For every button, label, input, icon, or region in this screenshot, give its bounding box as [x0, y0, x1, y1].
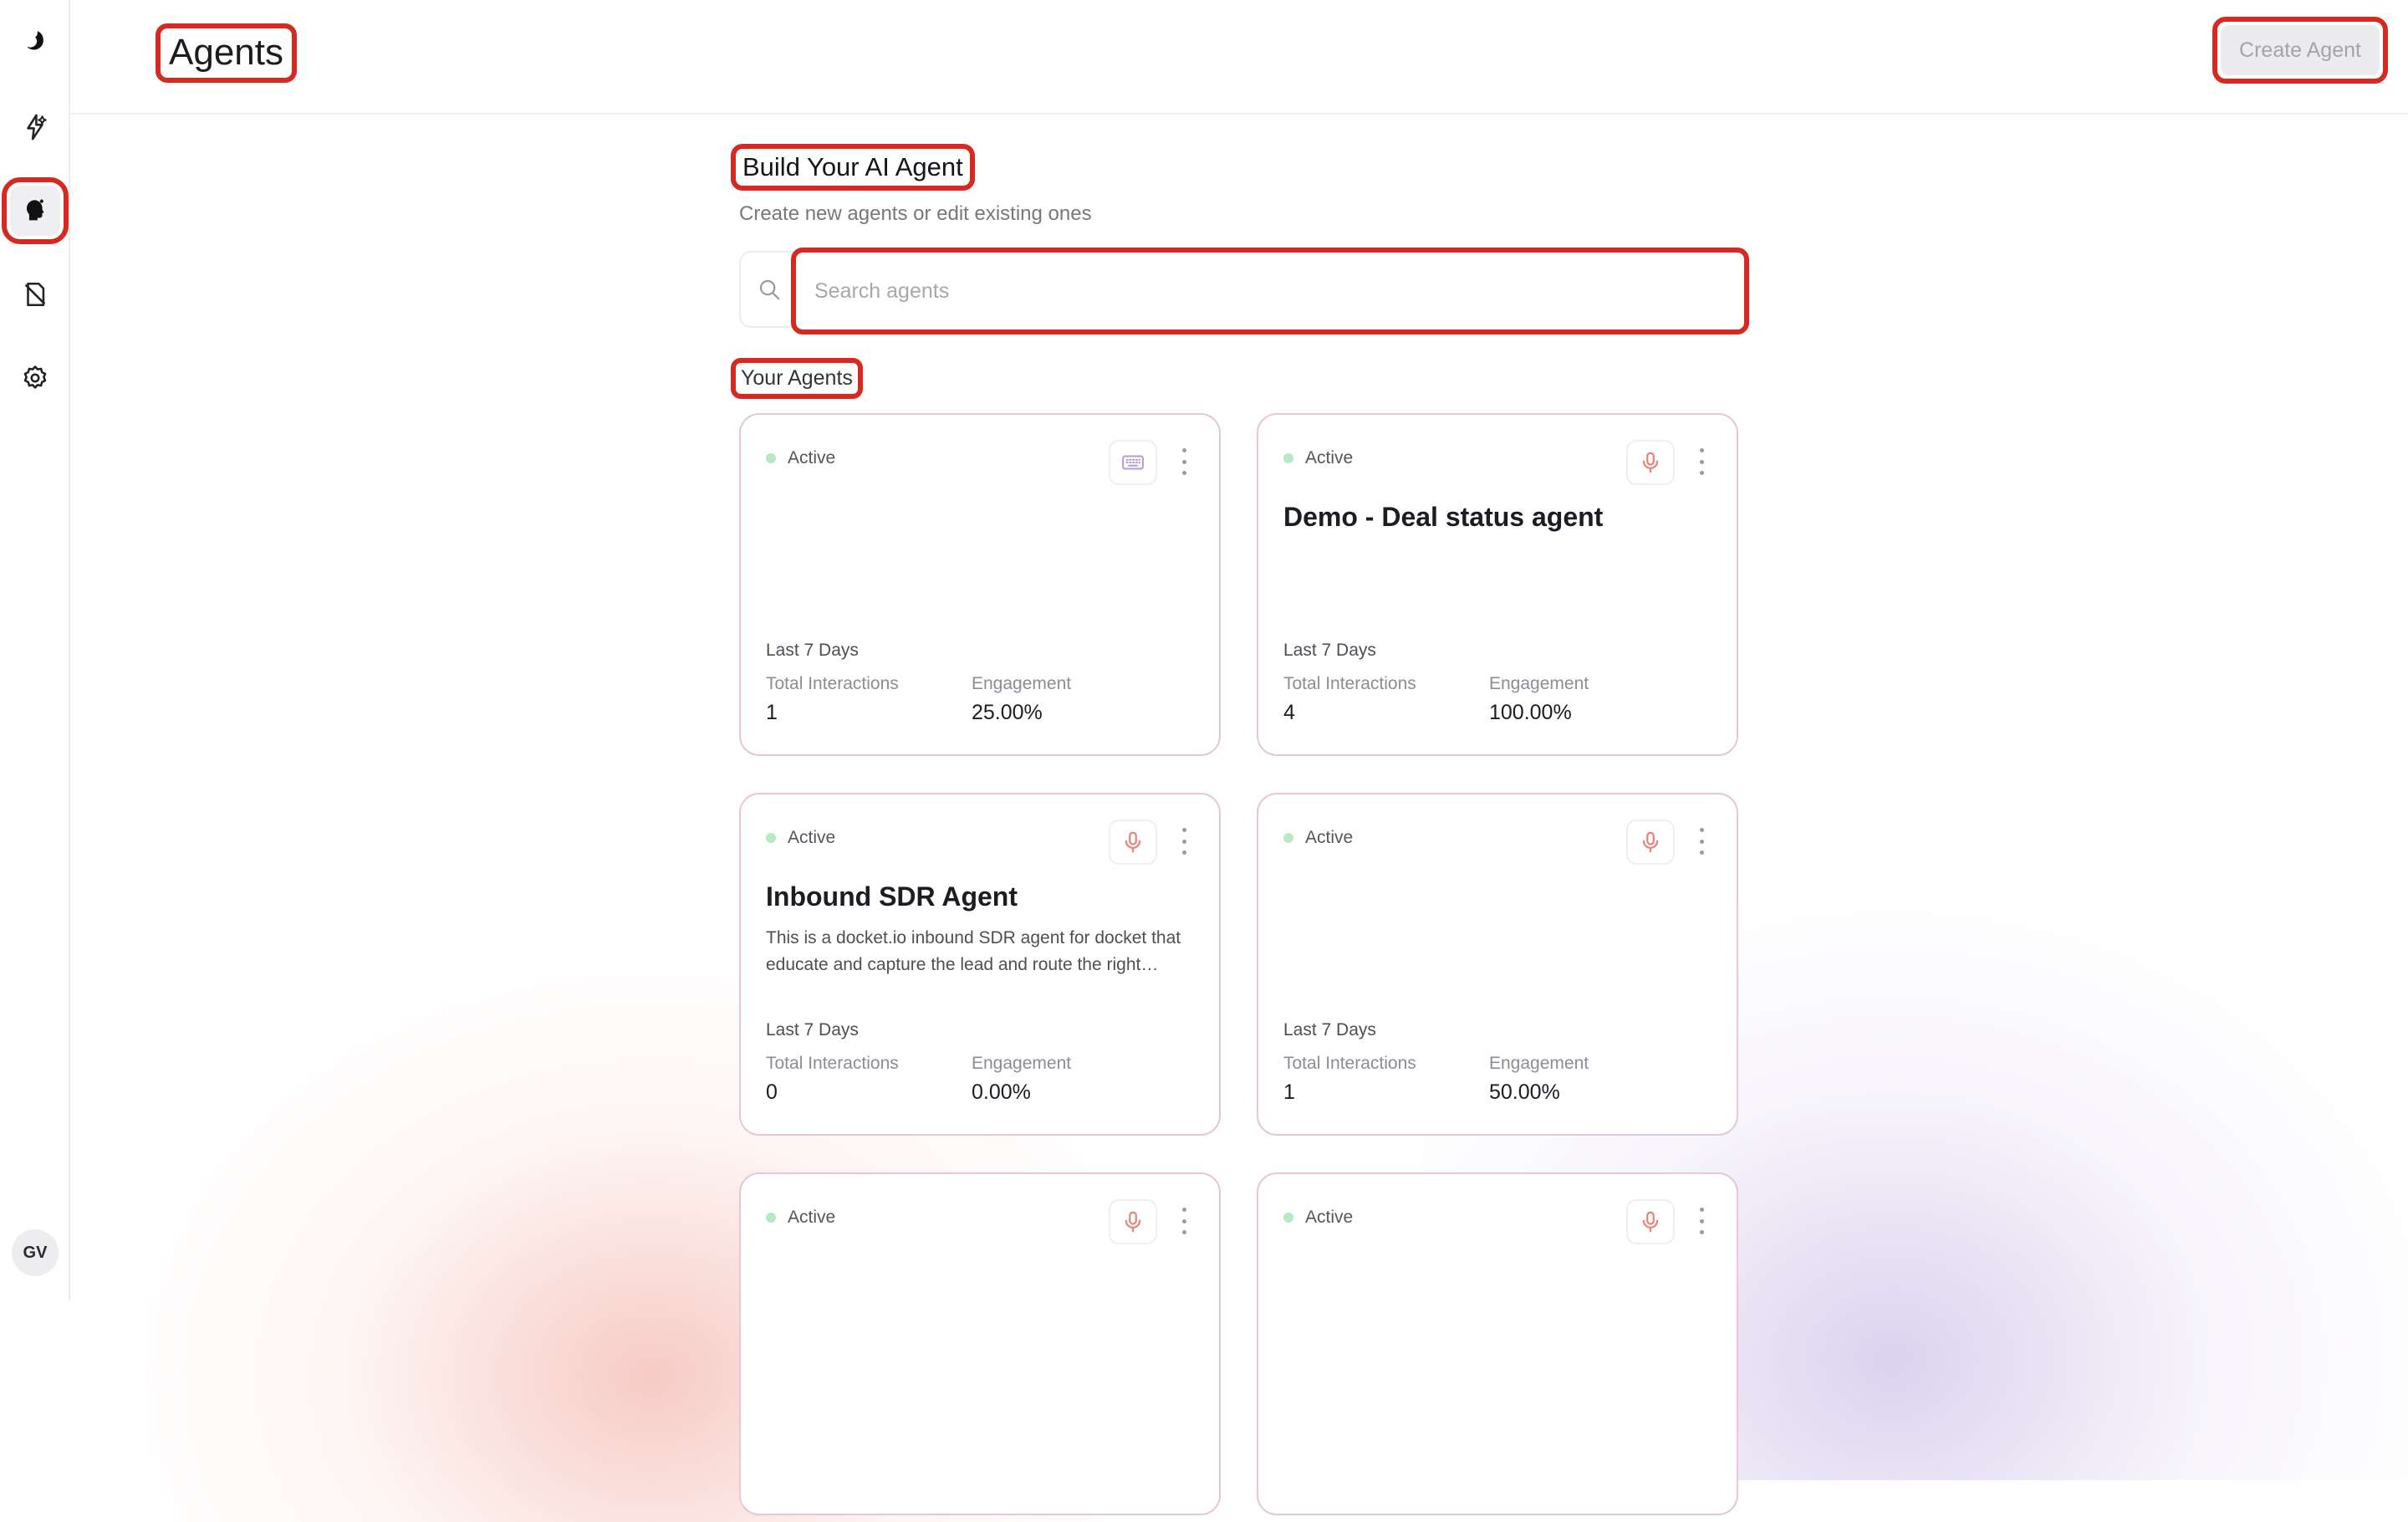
- status-dot: [1283, 1213, 1293, 1223]
- interactions-label: Total Interactions: [1283, 1054, 1416, 1073]
- agent-card[interactable]: Active Last 7 Days Total Interactions En…: [1257, 793, 1738, 1136]
- keyboard-icon[interactable]: [1109, 440, 1157, 485]
- status-label: Active: [788, 1208, 836, 1227]
- sidebar: GV: [0, 0, 70, 1301]
- search-field[interactable]: [791, 248, 1749, 335]
- status-badge: Active: [766, 448, 835, 468]
- stats-period: Last 7 Days: [766, 1020, 859, 1039]
- topbar: Agents Create Agent: [70, 0, 2408, 115]
- status-dot: [1283, 833, 1293, 843]
- agent-card[interactable]: Active Last 7 Days Total Interactions En…: [739, 413, 1221, 756]
- agent-card[interactable]: Active: [1257, 1172, 1738, 1515]
- stats-period: Last 7 Days: [1283, 641, 1376, 660]
- agent-name: Inbound SDR Agent: [766, 881, 1018, 912]
- engagement-value: 100.00%: [1489, 701, 1572, 724]
- engagement-value: 50.00%: [1489, 1080, 1560, 1104]
- engagement-value: 0.00%: [972, 1080, 1031, 1104]
- document-off-icon[interactable]: [10, 269, 60, 319]
- more-options-icon[interactable]: [1696, 448, 1707, 475]
- section-subtitle: Create new agents or edit existing ones: [739, 202, 1092, 225]
- brand-logo-icon[interactable]: [10, 17, 60, 67]
- agent-head-icon[interactable]: [2, 177, 69, 244]
- stats-period: Last 7 Days: [766, 641, 859, 660]
- gear-icon[interactable]: [10, 353, 60, 403]
- microphone-icon[interactable]: [1626, 1199, 1675, 1244]
- create-agent-label: Create Agent: [2221, 25, 2380, 75]
- agent-card[interactable]: Active: [739, 1172, 1221, 1515]
- section-title: Build Your AI Agent: [731, 144, 975, 191]
- search-icon: [739, 251, 798, 328]
- microphone-icon[interactable]: [1626, 820, 1675, 865]
- status-label: Active: [788, 448, 836, 467]
- status-dot: [766, 1213, 776, 1223]
- interactions-label: Total Interactions: [1283, 674, 1416, 693]
- engagement-label: Engagement: [972, 1054, 1072, 1073]
- engagement-label: Engagement: [972, 674, 1072, 693]
- agents-heading: Your Agents: [731, 358, 863, 399]
- search-input[interactable]: [796, 253, 1744, 329]
- status-badge: Active: [766, 828, 835, 848]
- microphone-icon[interactable]: [1109, 1199, 1157, 1244]
- status-dot: [1283, 453, 1293, 463]
- status-label: Active: [1305, 828, 1354, 847]
- interactions-value: 0: [766, 1080, 778, 1104]
- main-content: Build Your AI Agent Create new agents or…: [0, 0, 2408, 1515]
- status-label: Active: [1305, 448, 1354, 467]
- stats-period: Last 7 Days: [1283, 1020, 1376, 1039]
- status-badge: Active: [1283, 448, 1353, 468]
- status-badge: Active: [766, 1208, 835, 1228]
- agent-card[interactable]: Active Inbound SDR Agent This is a docke…: [739, 793, 1221, 1136]
- agent-card[interactable]: Active Demo - Deal status agent Last 7 D…: [1257, 413, 1738, 756]
- avatar[interactable]: GV: [12, 1229, 59, 1276]
- more-options-icon[interactable]: [1179, 448, 1189, 475]
- more-options-icon[interactable]: [1696, 828, 1707, 855]
- interactions-value: 4: [1283, 701, 1295, 724]
- interactions-value: 1: [1283, 1080, 1295, 1104]
- status-badge: Active: [1283, 1208, 1353, 1228]
- interactions-label: Total Interactions: [766, 674, 899, 693]
- status-dot: [766, 833, 776, 843]
- status-dot: [766, 453, 776, 463]
- agent-name: Demo - Deal status agent: [1283, 502, 1604, 532]
- engagement-value: 25.00%: [972, 701, 1043, 724]
- interactions-value: 1: [766, 701, 778, 724]
- page-title: Agents: [156, 23, 297, 83]
- microphone-icon[interactable]: [1626, 440, 1675, 485]
- create-agent-button[interactable]: Create Agent: [2212, 17, 2388, 84]
- sparkle-icon[interactable]: [10, 102, 60, 152]
- microphone-icon[interactable]: [1109, 820, 1157, 865]
- more-options-icon[interactable]: [1179, 1208, 1189, 1234]
- status-badge: Active: [1283, 828, 1353, 848]
- agent-description: This is a docket.io inbound SDR agent fo…: [766, 928, 1181, 974]
- more-options-icon[interactable]: [1179, 828, 1189, 855]
- status-label: Active: [1305, 1208, 1354, 1227]
- interactions-label: Total Interactions: [766, 1054, 899, 1073]
- engagement-label: Engagement: [1489, 1054, 1589, 1073]
- more-options-icon[interactable]: [1696, 1208, 1707, 1234]
- engagement-label: Engagement: [1489, 674, 1589, 693]
- status-label: Active: [788, 828, 836, 847]
